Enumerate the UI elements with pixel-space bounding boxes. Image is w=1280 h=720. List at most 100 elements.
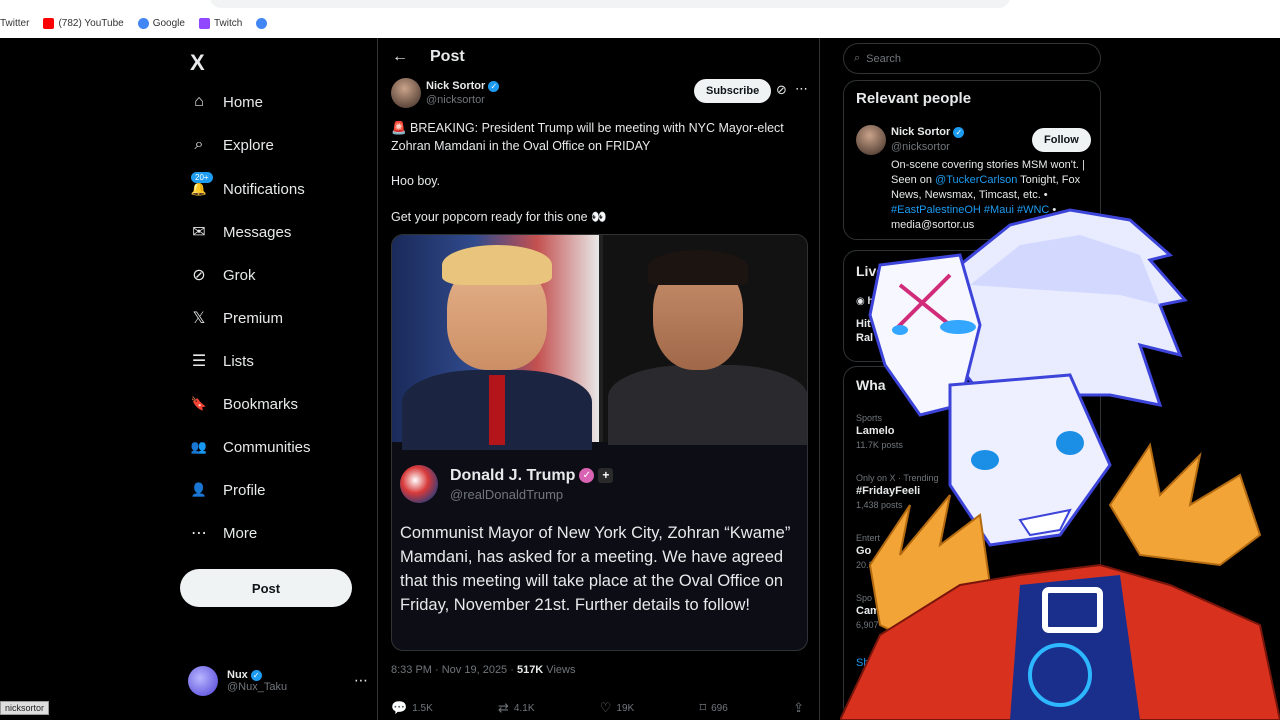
- avatar[interactable]: [391, 78, 421, 108]
- nav-explore[interactable]: ⌕ Explore: [188, 130, 274, 160]
- tweet-line: Get your popcorn ready for this one 👀: [391, 209, 607, 224]
- nav-lists[interactable]: ☰ Lists: [188, 346, 254, 376]
- author-handle[interactable]: @nicksortor: [426, 93, 499, 107]
- home-icon: ⌂: [194, 93, 204, 110]
- bookmark-twitch[interactable]: Twitch: [198, 17, 243, 29]
- nav-communities[interactable]: 👥 Communities: [188, 432, 311, 462]
- bookmark-twitter[interactable]: Twitter: [0, 18, 29, 29]
- search-input[interactable]: ⌕ Search: [843, 43, 1101, 74]
- nav-home[interactable]: ⌂ Home: [188, 87, 263, 117]
- person-name: Nick Sortor: [891, 126, 951, 138]
- address-bar[interactable]: x.com/nicksortor/status/1991316564766138…: [210, 0, 1010, 8]
- post-column: ← Post Nick Sortor ✓ @nicksortor Subscrib…: [377, 38, 820, 720]
- search-icon: ⌕: [854, 52, 861, 64]
- nav-label: Messages: [223, 223, 292, 241]
- back-arrow-icon[interactable]: ←: [392, 48, 408, 66]
- tweet-time[interactable]: 8:33 PM · Nov 19, 2025 ·: [391, 664, 517, 676]
- like-count: 19K: [616, 702, 635, 714]
- x-logo-icon[interactable]: X: [190, 50, 205, 76]
- repost-icon: ⇄: [498, 700, 509, 715]
- share-icon: ⇪: [793, 700, 804, 715]
- nav-label: Communities: [223, 438, 311, 456]
- verified-badge-icon: ✓: [579, 467, 595, 483]
- avatar[interactable]: [856, 125, 886, 155]
- nav-messages[interactable]: ✉ Messages: [188, 217, 291, 247]
- nav-label: Profile: [223, 481, 266, 499]
- verified-icon: ✓: [488, 80, 500, 92]
- grok-icon[interactable]: ⊘: [776, 82, 787, 98]
- nav-label: Notifications: [223, 180, 305, 198]
- more-dots-icon[interactable]: ⋯: [354, 672, 368, 689]
- google-icon: [256, 17, 268, 29]
- tweet-line: Hoo boy.: [391, 174, 441, 188]
- bookmark-label: Google: [152, 17, 185, 29]
- more-dots-icon[interactable]: ⋯: [795, 81, 808, 97]
- account-names: Nux ✓ @Nux_Taku: [227, 669, 287, 693]
- nav-label: Premium: [223, 309, 284, 327]
- browser-chrome: x.com/nicksortor/status/1991316564766138…: [0, 0, 1280, 38]
- nav-label: More: [223, 524, 258, 542]
- like-button[interactable]: ♡ 19K: [600, 700, 634, 716]
- nav-grok[interactable]: ⊘ Grok: [188, 260, 256, 290]
- nav-bookmarks[interactable]: 🔖 Bookmarks: [188, 389, 298, 419]
- google-icon: [137, 17, 149, 29]
- bookmark-button[interactable]: ⌑ 696: [699, 700, 727, 716]
- bookmarks-bar: Twitter (782) YouTube Google Twitch: [0, 14, 285, 32]
- tweet-text: 🚨 BREAKING: President Trump will be meet…: [391, 120, 801, 244]
- share-button[interactable]: ⇪: [793, 700, 809, 716]
- bookmark-icon: 🔖: [190, 396, 208, 411]
- follow-button[interactable]: Follow: [1032, 128, 1091, 152]
- search-icon: ⌕: [194, 136, 204, 153]
- nav-notifications[interactable]: 🔔 20+ Notifications: [188, 172, 305, 204]
- tweet-actions: 💬 1.5K ⇄ 4.1K ♡ 19K ⌑ 696 ⇪: [391, 700, 809, 716]
- bookmark-count: 696: [711, 702, 728, 714]
- author-names: Nick Sortor ✓ @nicksortor: [426, 79, 500, 107]
- list-icon: ☰: [191, 353, 207, 370]
- subscribe-button[interactable]: Subscribe: [694, 79, 772, 103]
- tweet-meta: 8:33 PM · Nov 19, 2025 · 517K Views: [391, 664, 575, 676]
- post-button[interactable]: Post: [180, 569, 352, 607]
- account-name: Nux: [227, 669, 248, 681]
- quote-name: Donald J. Trump: [450, 466, 576, 484]
- nav-label: Home: [223, 93, 264, 111]
- avatar: [400, 465, 438, 503]
- quote-text: Communist Mayor of New York City, Zohran…: [400, 524, 791, 614]
- x-logo-icon: 𝕏: [192, 310, 206, 327]
- more-circle-icon: ⋯: [191, 525, 207, 542]
- bio-link[interactable]: @TuckerCarlson: [935, 174, 1017, 186]
- reply-button[interactable]: 💬 1.5K: [391, 700, 433, 716]
- quote-handle: @realDonaldTrump: [450, 486, 564, 502]
- nav-premium[interactable]: 𝕏 Premium: [188, 303, 283, 333]
- nav-label: Bookmarks: [223, 395, 299, 413]
- author-name[interactable]: Nick Sortor: [426, 80, 485, 92]
- post-header: ← Post: [392, 48, 465, 66]
- nav-label: Grok: [223, 266, 256, 284]
- notification-badge: 20+: [191, 172, 213, 183]
- bookmark-youtube[interactable]: (782) YouTube: [43, 17, 124, 29]
- status-tooltip: nicksortor: [0, 701, 50, 715]
- reply-count: 1.5K: [412, 702, 433, 714]
- repost-button[interactable]: ⇄ 4.1K: [498, 700, 534, 716]
- quote-header: Donald J. Trump ✓ + @realDonaldTrump: [400, 465, 800, 503]
- bookmark-label: (782) YouTube: [58, 17, 124, 29]
- people-icon: 👥: [190, 439, 208, 454]
- bookmark-label: Twitter: [0, 17, 30, 29]
- repost-count: 4.1K: [513, 702, 535, 714]
- card-title: Relevant people: [856, 90, 972, 107]
- bookmark-label: Twitch: [213, 17, 243, 29]
- person-names: Nick Sortor ✓ @nicksortor: [891, 125, 965, 155]
- photo-right: [603, 235, 807, 445]
- heart-icon: ♡: [599, 700, 612, 715]
- bookmark-google[interactable]: Google: [137, 17, 185, 29]
- tweet-line: 🚨 BREAKING: President Trump will be meet…: [391, 121, 784, 153]
- youtube-icon: [43, 17, 55, 29]
- nav-label: Lists: [223, 352, 254, 370]
- bookmark-google-2[interactable]: [256, 17, 271, 29]
- verified-icon: ✓: [953, 126, 965, 138]
- search-placeholder: Search: [866, 52, 902, 65]
- account-switcher[interactable]: Nux ✓ @Nux_Taku ⋯: [188, 666, 368, 696]
- tweet-media-card[interactable]: Donald J. Trump ✓ + @realDonaldTrump Commu…: [391, 234, 808, 651]
- twitch-icon: [198, 17, 210, 29]
- nav-more[interactable]: ⋯ More: [188, 518, 257, 548]
- nav-profile[interactable]: 👤 Profile: [188, 475, 266, 505]
